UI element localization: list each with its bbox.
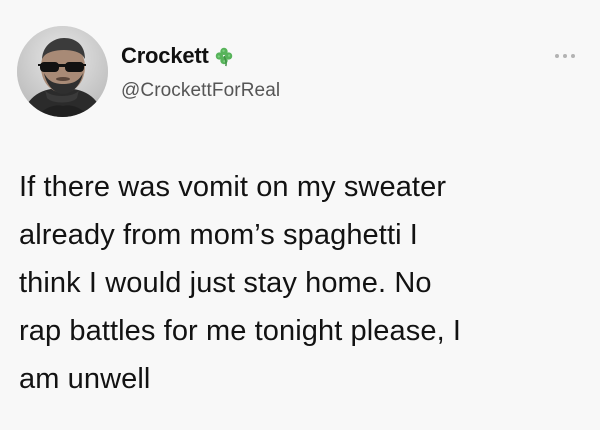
four-leaf-clover-icon — [213, 45, 235, 67]
tweet-text-line: already from mom’s spaghetti I — [19, 219, 418, 251]
tweet-text-line: think I would just stay home. No — [19, 267, 432, 299]
more-dot — [563, 54, 567, 58]
avatar[interactable] — [17, 26, 108, 117]
author-handle[interactable]: @CrockettForReal — [121, 80, 280, 102]
avatar-image — [17, 26, 108, 117]
tweet-text-line: am unwell — [19, 363, 151, 395]
more-dot — [571, 54, 575, 58]
tweet-text: If there was vomit on my sweater already… — [19, 163, 579, 403]
tweet-text-line: If there was vomit on my sweater — [19, 171, 447, 203]
more-dot — [555, 54, 559, 58]
tweet-card: Crockett @CrockettForReal If there was v… — [0, 0, 600, 430]
tweet-text-line: rap battles for me tonight please, I — [19, 315, 462, 347]
author-name-row[interactable]: Crockett — [121, 41, 235, 71]
author-display-name[interactable]: Crockett — [121, 43, 209, 69]
more-horizontal-icon[interactable] — [552, 51, 578, 61]
